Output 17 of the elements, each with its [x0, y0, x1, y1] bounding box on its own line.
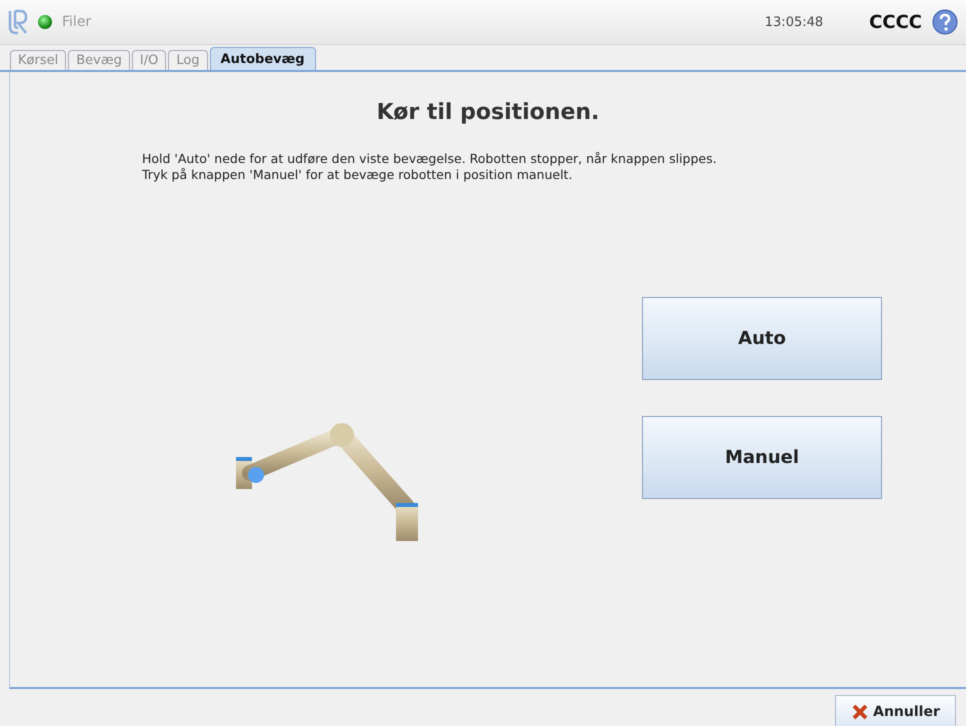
tab[interactable]: Bevæg: [68, 50, 130, 70]
instruction-text: Hold 'Auto' nede for at udføre den viste bevægelse. Robotten stopper, når knappen slippes.: [142, 151, 718, 167]
help-icon[interactable]: [932, 9, 958, 35]
action-button[interactable]: Auto: [642, 297, 882, 380]
logo-icon: [8, 9, 28, 35]
action-button[interactable]: Manuel: [642, 416, 882, 499]
instruction-text: Tryk på knappen 'Manuel' for at bevæge robotten i position manuelt.: [142, 167, 574, 183]
page-title: Kør til positionen.: [376, 100, 600, 125]
robot-name: CCCC: [869, 12, 922, 32]
tab[interactable]: Kørsel: [10, 50, 66, 70]
tab[interactable]: Log: [168, 50, 208, 70]
tab[interactable]: Autobevæg: [210, 47, 316, 70]
file-menu[interactable]: Filer: [62, 14, 92, 30]
cross-icon: [851, 702, 870, 720]
cancel-button[interactable]: Annuller: [835, 695, 956, 726]
clock-time: 13:05:48: [764, 14, 824, 30]
tab[interactable]: I/O: [132, 50, 166, 70]
